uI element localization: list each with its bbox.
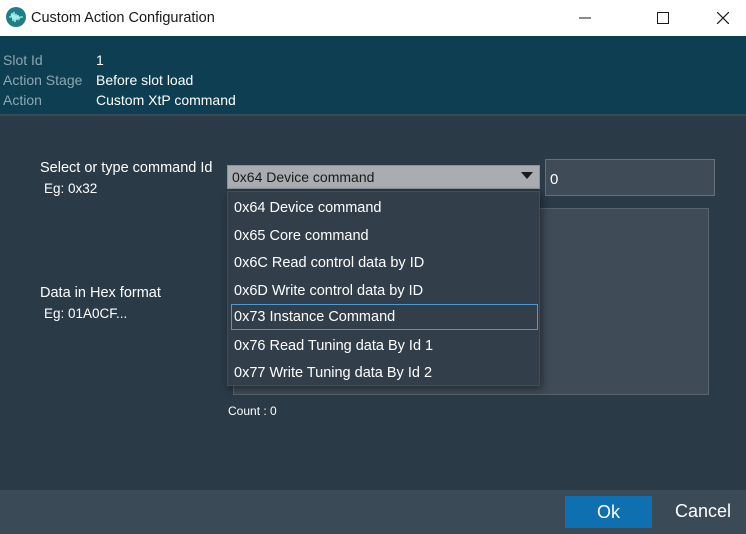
hex-data-label: Data in Hex format (40, 285, 161, 301)
dropdown-option-highlighted[interactable]: 0x73 Instance Command (231, 304, 538, 330)
command-id-label: Select or type command Id (40, 160, 213, 176)
action-stage-value: Before slot load (96, 72, 194, 88)
chevron-down-icon[interactable] (521, 172, 533, 179)
divider (0, 114, 746, 116)
minimize-button[interactable] (562, 0, 608, 36)
cancel-button[interactable]: Cancel (675, 501, 731, 522)
command-id-combobox[interactable]: 0x64 Device command (227, 165, 540, 189)
slot-id-label: Slot Id (3, 52, 43, 68)
window-title: Custom Action Configuration (31, 10, 215, 26)
dropdown-option[interactable]: 0x6D Write control data by ID (231, 278, 538, 304)
close-button[interactable] (700, 0, 746, 36)
slot-id-value: 1 (96, 52, 104, 68)
action-stage-label: Action Stage (3, 72, 83, 88)
command-id-selected: 0x64 Device command (232, 169, 375, 185)
slot-info-panel: Slot Id 1 Action Stage Before slot load … (0, 36, 746, 114)
action-label: Action (3, 92, 42, 108)
dropdown-option[interactable]: 0x6C Read control data by ID (231, 250, 538, 276)
ok-button[interactable]: Ok (565, 496, 652, 528)
dropdown-option[interactable]: 0x65 Core command (231, 223, 538, 249)
command-id-input-value: 0 (550, 171, 559, 188)
close-icon (717, 12, 729, 24)
dialog-footer: Ok Cancel (0, 490, 746, 534)
maximize-icon (657, 12, 669, 24)
dropdown-option[interactable]: 0x77 Write Tuning data By Id 2 (231, 360, 538, 386)
dropdown-option[interactable]: 0x64 Device command (231, 195, 538, 221)
app-waveform-icon (6, 7, 26, 27)
hex-data-example: Eg: 01A0CF... (44, 306, 128, 321)
dropdown-option[interactable]: 0x76 Read Tuning data By Id 1 (231, 333, 538, 359)
maximize-button[interactable] (640, 0, 686, 36)
command-id-input[interactable]: 0 (545, 159, 715, 196)
byte-count: Count : 0 (228, 404, 277, 418)
command-dropdown-list: 0x64 Device command 0x65 Core command 0x… (227, 191, 540, 386)
command-id-example: Eg: 0x32 (44, 181, 98, 196)
title-bar: Custom Action Configuration (0, 0, 746, 36)
minimize-icon (579, 17, 591, 19)
action-value: Custom XtP command (96, 92, 236, 108)
